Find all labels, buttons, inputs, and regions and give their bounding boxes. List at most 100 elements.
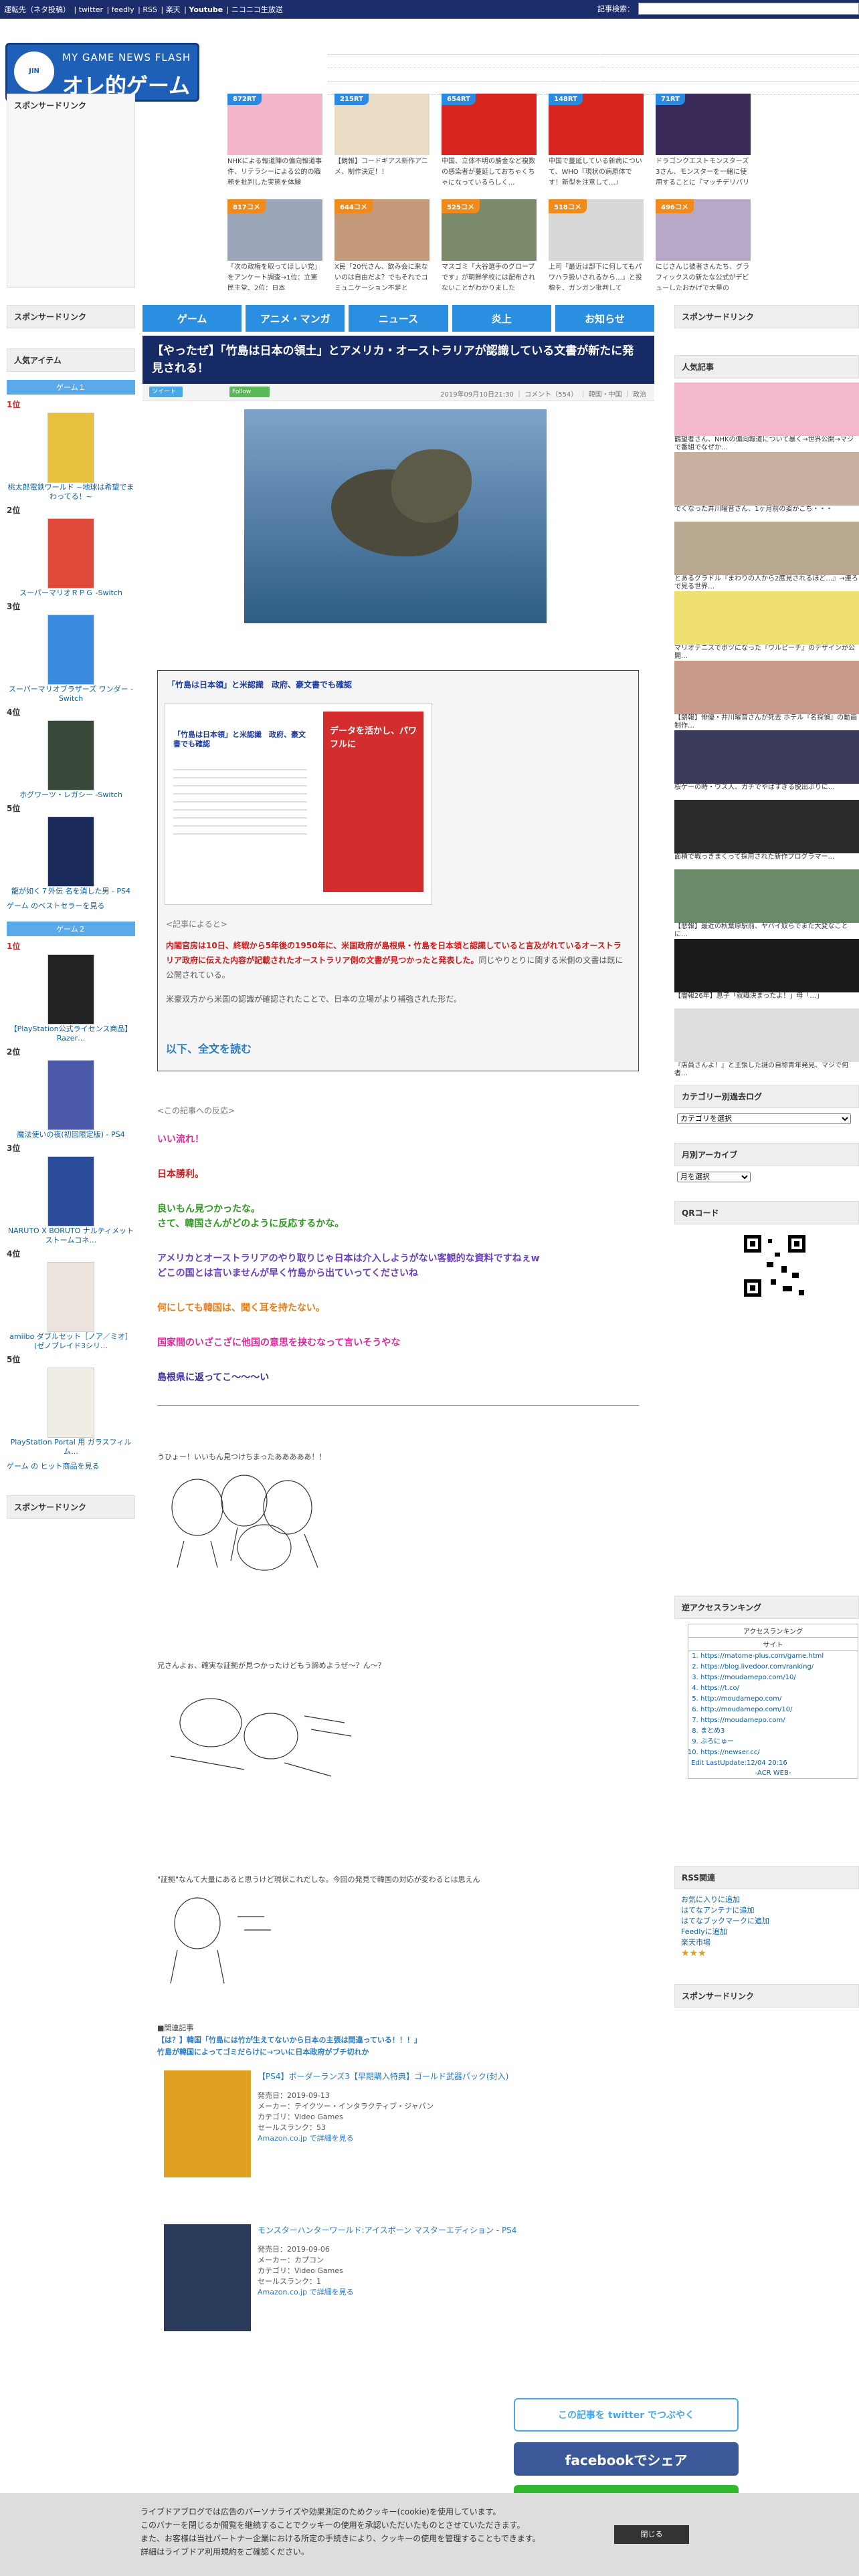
top-link[interactable]: Youtube <box>189 5 223 14</box>
top-link[interactable]: twitter <box>79 5 103 14</box>
ranking-footer[interactable]: -ACR WEB- <box>688 1768 858 1778</box>
archive-select[interactable]: 月を選択 <box>677 1172 751 1182</box>
ranking-item[interactable]: https://newser.cc/ <box>700 1747 858 1758</box>
top-link[interactable]: feedly <box>112 5 134 14</box>
category-select[interactable]: カテゴリを選択 <box>677 1113 851 1124</box>
read-more-link[interactable]: 以下、全文を読む <box>166 1040 252 1056</box>
rss-link[interactable]: Feedlyに追加 <box>681 1927 852 1937</box>
nav-anime-manga[interactable]: アニメ・マンガ <box>246 305 345 332</box>
product-title[interactable]: モンスターハンターワールド:アイスボーン マスターエディション - PS4 <box>258 2224 516 2236</box>
share-facebook-button[interactable]: facebookでシェア <box>514 2442 739 2476</box>
product-link[interactable]: NARUTO X BORUTO ナルティメットストームコネ… <box>7 1226 135 1245</box>
popular-article-title[interactable]: 【闇報26年】息子「就職決まったよ！」母「…」 <box>674 992 859 1008</box>
thumb-caption[interactable]: 中国で蔓延している新病について、WHO『現状の病原体です！新型を注意して…』 <box>549 156 644 185</box>
product-link[interactable]: 桃太郎電鉄ワールド ~地球は希望でまわってる！~ <box>7 483 135 502</box>
popular-article[interactable]: 【朗報】俳優・井川曜音さんが死去 ホテル『名探偵』の動画制作… <box>674 661 859 730</box>
product-image[interactable] <box>47 1156 94 1226</box>
game1-tab[interactable]: ゲーム１ <box>7 380 135 395</box>
quote-title[interactable]: 「竹島は日本領」と米認識 政府、豪文書でも確認 <box>167 679 352 690</box>
game1-more-link[interactable]: ゲーム のベストセラーを見る <box>7 900 135 911</box>
product-image[interactable] <box>47 413 94 483</box>
thumb-card[interactable]: 71RT ドラゴンクエストモンスターズ3さん、モンスターを一緒に使用することに『マ… <box>656 94 751 185</box>
nav-flame[interactable]: 炎上 <box>452 305 551 332</box>
product-image[interactable] <box>47 1060 94 1130</box>
rss-link[interactable]: 楽天市場 <box>681 1937 852 1948</box>
top-link[interactable]: RSS <box>142 5 157 14</box>
related-link[interactable]: 【は？】韓国「竹島には竹が生えてないから日本の主張は間違っている！！！」 <box>157 2034 639 2045</box>
popular-article-title[interactable]: マリオテニスでポツになった『ワルピーチ』のデザインが公開… <box>674 645 859 661</box>
product-cover[interactable] <box>164 2224 251 2331</box>
product-image[interactable] <box>47 518 94 588</box>
product-image[interactable] <box>47 1262 94 1332</box>
thumb-card[interactable]: 872RT NHKによる報道陣の偏向報道事件、リテラシーによる公的の職務を批判した… <box>227 94 322 185</box>
product-image[interactable] <box>47 954 94 1025</box>
thumb-caption[interactable]: ドラゴンクエストモンスターズ3さん、モンスターを一緒に使用することに『マッチデリ… <box>656 156 751 185</box>
popular-article[interactable]: でくなった井川曜音さん、1ヶ月前の姿がこち・・・ <box>674 452 859 522</box>
popular-article[interactable]: とあるグラドル『まわりの人から2度見されるほど…』→連ろで見る世界… <box>674 522 859 591</box>
popular-article[interactable]: 【闇報26年】息子「就職決まったよ！」母「…」 <box>674 939 859 1008</box>
nav-game[interactable]: ゲーム <box>142 305 242 332</box>
popular-article-title[interactable]: でくなった井川曜音さん、1ヶ月前の姿がこち・・・ <box>674 506 859 522</box>
ranking-item[interactable]: https://moudamepo.com/ <box>700 1715 858 1726</box>
popular-article-title[interactable]: 『店員さんよ！』と主張した謎の自称青年発見、マジで何者… <box>674 1062 859 1078</box>
rss-link[interactable]: はてなアンテナに追加 <box>681 1905 852 1916</box>
top-link[interactable]: ニコニコ生放送 <box>231 5 283 14</box>
thumb-card[interactable]: 496コメ にじさんじ彼者さんたち、グラフィックスの新たな公式がデビューしたおかげ… <box>656 199 751 290</box>
follow-button[interactable]: Follow <box>229 387 270 397</box>
popular-article-title[interactable]: とあるグラドル『まわりの人から2度見されるほど…』→連ろで見る世界… <box>674 575 859 591</box>
game2-more-link[interactable]: ゲーム の ヒット商品を見る <box>7 1461 135 1471</box>
product-title[interactable]: 【PS4】ボーダーランズ3【早期購入特典】ゴールド武器パック(封入) <box>258 2070 508 2082</box>
top-link[interactable]: 楽天 <box>166 5 181 14</box>
thumb-caption[interactable]: マスゴミ「大谷選手のグローブです」が朝鮮学校には配布されないことがわかりました <box>442 262 537 290</box>
share-twitter-button[interactable]: この記事を twitter でつぶやく <box>514 2398 739 2432</box>
popular-article[interactable]: 面積で戦っきまくって採用された新作プログラマー… <box>674 800 859 869</box>
product-image[interactable] <box>47 720 94 790</box>
search-input[interactable] <box>638 3 859 15</box>
ranking-item[interactable]: https://matome-plus.com/game.html <box>700 1651 858 1662</box>
popular-article-title[interactable]: 鶴望者さん、NHKの偏向報道について暴く→世界公開→マジで番組でなぜか… <box>674 436 859 452</box>
popular-article-title[interactable]: 桜ゲーの時・ウス人、ガチでやばすぎる脱出ぶりに… <box>674 784 859 800</box>
thumb-card[interactable]: 518コメ 上司「最近は部下に何してもパワハラ扱いされるから…」と投稿を、ガンガン… <box>549 199 644 290</box>
cookie-close-button[interactable]: 閉じる <box>614 2525 689 2544</box>
product-link[interactable]: スーパーマリオブラザーズ ワンダー -Switch <box>7 685 135 704</box>
thumb-card[interactable]: 644コメ X民「20代さん、飲み会に来ないのは自由だよ？でもそれでコミュニケーシ… <box>335 199 430 290</box>
thumb-caption[interactable]: X民「20代さん、飲み会に来ないのは自由だよ？でもそれでコミュニケーション不足と <box>335 262 430 290</box>
ranking-item[interactable]: https://moudamepo.com/10/ <box>700 1673 858 1683</box>
popular-article[interactable]: 鶴望者さん、NHKの偏向報道について暴く→世界公開→マジで番組でなぜか… <box>674 383 859 452</box>
popular-article-title[interactable]: 面積で戦っきまくって採用された新作プログラマー… <box>674 853 859 869</box>
product-image[interactable] <box>47 1368 94 1438</box>
ranking-item[interactable]: http://moudamepo.com/10/ <box>700 1705 858 1715</box>
ranking-item[interactable]: https://t.co/ <box>700 1683 858 1694</box>
popular-article[interactable]: 【悲報】最近の秋葉原駅前、ヤバイ奴らでまた大変なことに… <box>674 869 859 939</box>
thumb-caption[interactable]: 「次の政権を取ってほしい党」をアンケート調査→1位：立憲民主党、2位：日本 <box>227 262 322 290</box>
top-link[interactable]: 運転先（ネタ投稿） <box>4 5 70 14</box>
product-link[interactable]: amiibo ダブルセット［ノア／ミオ］(ゼノブレイド3シリ… <box>7 1332 135 1351</box>
game2-tab[interactable]: ゲーム２ <box>7 922 135 936</box>
thumb-card[interactable]: 654RT 中国、立体不明の勝金など複数の感染者が蔓延しておちゃくちゃになっている… <box>442 94 537 185</box>
ranking-item[interactable]: https://blog.livedoor.com/ranking/ <box>700 1662 858 1673</box>
product-link[interactable]: 【PlayStation公式ライセンス商品】 Razer… <box>7 1025 135 1043</box>
nav-notice[interactable]: お知らせ <box>555 305 655 332</box>
thumb-card[interactable]: 817コメ 「次の政権を取ってほしい党」をアンケート調査→1位：立憲民主党、2位：… <box>227 199 322 290</box>
tweet-button[interactable]: ツイート <box>149 387 183 397</box>
related-link[interactable]: 竹島が韓国によってゴミだらけに→ついに日本政府がブチ切れか <box>157 2046 639 2057</box>
site-logo[interactable]: JIN MY GAME NEWS FLASH オレ的ゲーム速報@JIN <box>5 43 199 129</box>
popular-article[interactable]: 『店員さんよ！』と主張した謎の自称青年発見、マジで何者… <box>674 1008 859 1078</box>
product-cover[interactable] <box>164 2070 251 2177</box>
popular-article-title[interactable]: 【朗報】俳優・井川曜音さんが死去 ホテル『名探偵』の動画制作… <box>674 714 859 730</box>
rss-link[interactable]: お気に入りに追加 <box>681 1895 852 1905</box>
nav-news[interactable]: ニュース <box>349 305 448 332</box>
ranking-item[interactable]: ぶろにゅー <box>700 1737 858 1747</box>
product-link[interactable]: PlayStation Portal 用 ガラスフィルム… <box>7 1438 135 1457</box>
thumb-card[interactable]: 525コメ マスゴミ「大谷選手のグローブです」が朝鮮学校には配布されないことがわか… <box>442 199 537 290</box>
product-amazon-link[interactable]: Amazon.co.jp で詳細を見る <box>258 2287 354 2298</box>
thumb-caption[interactable]: 中国、立体不明の勝金など複数の感染者が蔓延しておちゃくちゃになっているらしく… <box>442 156 537 185</box>
thumb-card[interactable]: 148RT 中国で蔓延している新病について、WHO『現状の病原体です！新型を注意し… <box>549 94 644 185</box>
product-amazon-link[interactable]: Amazon.co.jp で詳細を見る <box>258 2133 434 2144</box>
thumb-caption[interactable]: NHKによる報道陣の偏向報道事件、リテラシーによる公的の職務を批判した実態を体験 <box>227 156 322 185</box>
rss-link[interactable]: はてなブックマークに追加 <box>681 1916 852 1927</box>
product-image[interactable] <box>47 817 94 887</box>
product-link[interactable]: スーパーマリオＲＰＧ -Switch <box>7 588 135 598</box>
popular-article[interactable]: 桜ゲーの時・ウス人、ガチでやばすぎる脱出ぶりに… <box>674 730 859 800</box>
product-link[interactable]: 魔法使いの夜(初回限定版) - PS4 <box>7 1130 135 1140</box>
